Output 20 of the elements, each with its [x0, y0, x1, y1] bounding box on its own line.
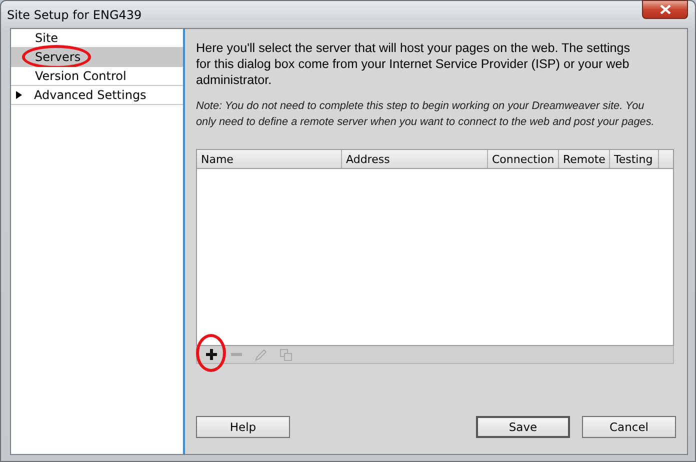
column-header[interactable]: Testing [610, 150, 659, 168]
note-text: Note: You do not need to complete this step to begin working on your Dreamweaver site. You only need to define a remote server when you want to connect to the web and post your pages. [196, 99, 656, 130]
close-button[interactable] [642, 0, 688, 19]
column-header[interactable]: Remote [559, 150, 610, 168]
minus-icon [230, 353, 242, 356]
pencil-icon [255, 348, 267, 360]
sidebar-item[interactable]: Version Control [11, 67, 183, 86]
column-header[interactable]: Name [197, 150, 342, 168]
sidebar-item[interactable]: Servers [11, 48, 183, 67]
plus-icon [206, 349, 216, 360]
dialog-button[interactable]: Cancel [582, 416, 676, 438]
column-header[interactable]: Connection [488, 150, 559, 168]
window-title: Site Setup for ENG439 [7, 8, 142, 22]
dialog-button[interactable]: Save [476, 416, 570, 438]
expand-arrow-icon [15, 91, 23, 99]
dialog-button[interactable]: Help [196, 416, 290, 438]
intro-text: Here you'll select the server that will host your pages on the web. The settings for this dialog box come from your Internet Service Provider (ISP) or your web administrator. [196, 40, 632, 88]
column-header[interactable]: Address [342, 150, 488, 168]
close-icon [660, 5, 670, 14]
copy-icon [280, 348, 292, 360]
